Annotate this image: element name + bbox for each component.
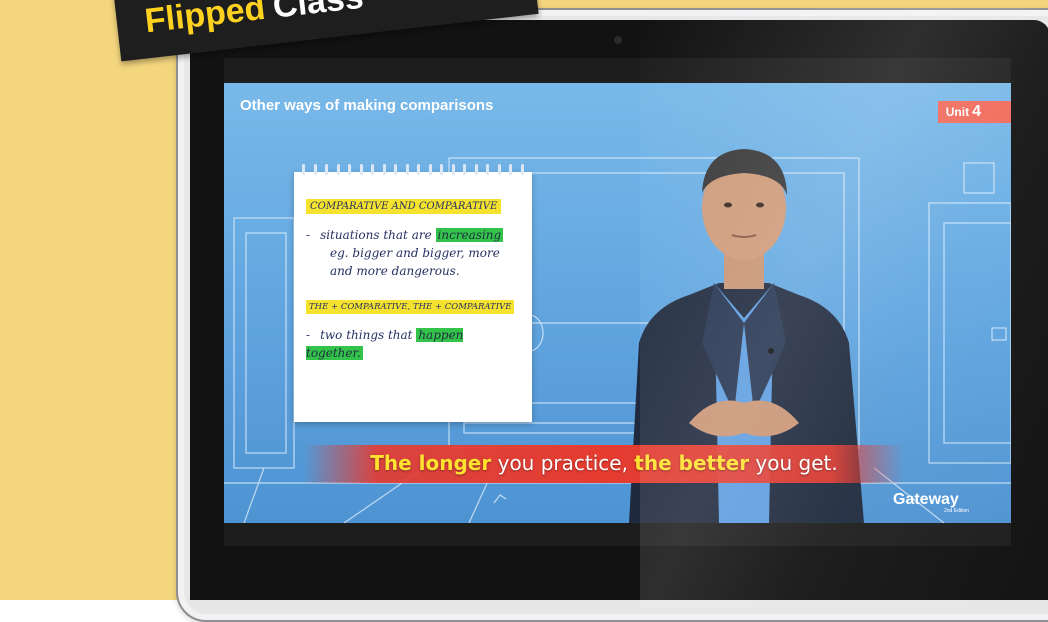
notepad-line: - situations that are increasing	[306, 226, 520, 244]
subtitle-emphasis-1: The longer	[370, 451, 492, 475]
bullet-dash: -	[306, 228, 311, 242]
notepad-spiral	[302, 164, 524, 175]
video-title: Other ways of making comparisons	[240, 97, 494, 114]
badge-word-1: Flipped	[142, 0, 268, 41]
badge-word-2: Class	[270, 0, 366, 26]
notepad-line: - two things that happen together.	[306, 326, 520, 362]
subtitle-text: The longer you practice, the better you …	[304, 451, 904, 475]
unit-number: 4	[972, 103, 981, 120]
notepad-text: situations that are	[320, 228, 432, 242]
notepad-line: eg. bigger and bigger, more	[330, 246, 500, 260]
notepad-heading-1: COMPARATIVE AND COMPARATIVE	[306, 199, 502, 214]
notepad-line: and more dangerous.	[330, 264, 460, 278]
webcam-icon	[614, 36, 622, 44]
unit-label: Unit	[945, 105, 970, 119]
notepad-content: COMPARATIVE AND COMPARATIVE - situations …	[294, 172, 532, 362]
laptop-screen: Other ways of making comparisons Unit 4 C…	[224, 58, 1011, 546]
notepad-heading-2: THE + COMPARATIVE, THE + COMPARATIVE	[306, 300, 515, 314]
highlight-increasing: increasing	[435, 228, 504, 242]
badge-title: Flipped Class	[143, 0, 366, 41]
subtitle-emphasis-2: the better	[634, 451, 750, 475]
unit-badge: Unit 4	[937, 101, 1011, 123]
subtitle-part: you get.	[749, 451, 838, 475]
notepad-text: two things that	[320, 328, 413, 342]
notepad: COMPARATIVE AND COMPARATIVE - situations …	[294, 164, 532, 422]
subtitle-part: you practice,	[491, 451, 635, 475]
gateway-logo-edition: 2nd Edition	[944, 508, 970, 514]
video-player[interactable]: Other ways of making comparisons Unit 4 C…	[224, 83, 1011, 523]
gateway-logo: Gateway	[893, 491, 959, 508]
bullet-dash: -	[306, 328, 311, 342]
